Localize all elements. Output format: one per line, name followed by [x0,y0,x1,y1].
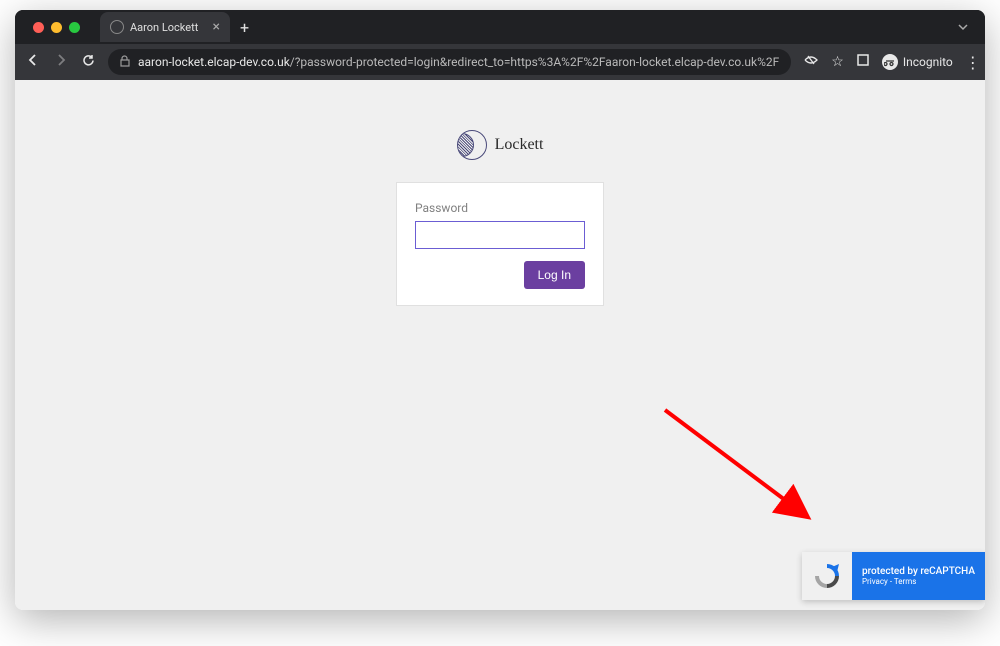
menu-button[interactable]: ⋮ [965,53,981,72]
expand-tabs-icon[interactable] [957,18,985,37]
login-card: Password Log In [396,182,604,306]
window-minimize-button[interactable] [51,22,62,33]
back-button[interactable] [25,52,41,72]
eye-off-icon[interactable] [803,53,819,71]
tab-favicon-icon [110,20,124,34]
new-tab-button[interactable]: + [230,18,259,37]
page-content: Lockett Password Log In protected by reC… [15,80,985,610]
url-path: /?password-protected=login&redirect_to=h… [290,55,779,69]
password-label: Password [415,201,585,215]
lock-icon [120,55,130,70]
recaptcha-title: protected by reCAPTCHA [862,566,975,577]
brand-logo-icon [457,130,487,160]
tab-title: Aaron Lockett [130,21,198,34]
url-domain: aaron-locket.elcap-dev.co.uk [138,55,290,69]
password-input[interactable] [415,221,585,249]
star-icon[interactable]: ☆ [831,54,844,70]
url-text: aaron-locket.elcap-dev.co.uk/?password-p… [138,55,779,69]
browser-tab[interactable]: Aaron Lockett × [100,12,230,42]
forward-button[interactable] [53,52,69,72]
extensions-icon[interactable] [856,53,870,71]
window-maximize-button[interactable] [69,22,80,33]
brand-logo: Lockett [457,130,544,160]
incognito-badge[interactable]: Incognito [882,54,953,70]
recaptcha-badge[interactable]: protected by reCAPTCHA Privacy - Terms [802,552,985,600]
recaptcha-text: protected by reCAPTCHA Privacy - Terms [852,552,985,600]
tab-bar: Aaron Lockett × + [15,10,985,44]
nav-icons: ☆ Incognito ⋮ [803,53,981,72]
recaptcha-terms-link[interactable]: Terms [894,577,916,586]
address-bar[interactable]: aaron-locket.elcap-dev.co.uk/?password-p… [108,49,791,75]
recaptcha-logo-icon [802,552,852,600]
window-controls [25,22,88,33]
browser-window: Aaron Lockett × + aaro [15,10,985,610]
arrow-annotation-icon [655,400,825,530]
window-close-button[interactable] [33,22,44,33]
tab-close-icon[interactable]: × [213,19,220,35]
incognito-label: Incognito [903,55,953,69]
browser-chrome: Aaron Lockett × + aaro [15,10,985,80]
recaptcha-links: Privacy - Terms [862,577,975,586]
recaptcha-privacy-link[interactable]: Privacy [862,577,888,586]
incognito-icon [882,54,898,70]
reload-button[interactable] [81,53,96,72]
nav-bar: aaron-locket.elcap-dev.co.uk/?password-p… [15,44,985,80]
login-button[interactable]: Log In [524,261,585,289]
brand-name: Lockett [495,136,544,154]
